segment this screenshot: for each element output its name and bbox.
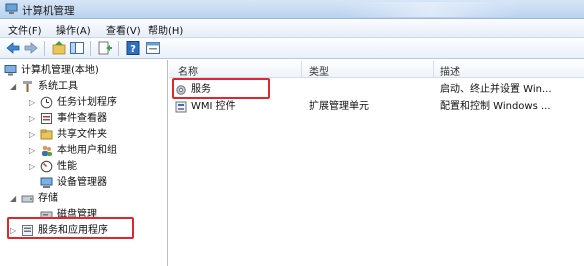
tree-label-device-manager: 设备管理器 [57, 177, 107, 188]
storage-icon [21, 195, 34, 203]
help-icon[interactable]: ? [125, 40, 141, 56]
tree-item-local-users[interactable]: ▷ 本地用户和组 [29, 144, 164, 158]
tree-label-local-users: 本地用户和组 [57, 145, 117, 156]
performance-gauge-icon [40, 160, 53, 173]
window-title: 计算机管理 [22, 5, 75, 17]
row-name: WMI 控件 [191, 101, 236, 112]
tree-label-storage: 存储 [38, 193, 58, 204]
tree-label-task-scheduler: 任务计划程序 [57, 97, 117, 108]
tree-label-performance: 性能 [57, 161, 77, 172]
svg-text:?: ? [130, 44, 136, 55]
wmi-control-icon [175, 101, 187, 113]
menu-bar: 文件(F) 操作(A) 查看(V) 帮助(H) [0, 19, 584, 38]
tree-item-performance[interactable]: ▷ 性能 [29, 160, 164, 174]
column-divider[interactable] [301, 61, 302, 77]
computer-icon [4, 65, 17, 76]
row-description: 配置和控制 Windows ... [440, 101, 551, 112]
users-icon [42, 145, 52, 156]
export-list-icon[interactable] [97, 40, 113, 56]
tree-root[interactable]: 计算机管理(本地) [4, 64, 164, 78]
expand-arrow-icon[interactable]: ▷ [29, 161, 38, 173]
row-description: 启动、终止并设置 Win... [440, 84, 552, 95]
up-folder-icon[interactable] [51, 40, 67, 56]
clock-icon [40, 96, 53, 109]
highlight-box-services-apps [7, 217, 134, 239]
list-row-wmi[interactable]: WMI 控件 扩展管理单元 配置和控制 Windows ... [169, 99, 584, 115]
menu-view[interactable]: 查看(V) [106, 22, 141, 37]
show-hide-tree-icon[interactable] [69, 40, 85, 56]
tools-icon [23, 81, 32, 92]
tree-label-event-viewer: 事件查看器 [57, 113, 107, 124]
shared-folder-icon [40, 129, 53, 140]
tree-label-shared-folders: 共享文件夹 [57, 129, 107, 140]
menu-help[interactable]: 帮助(H) [148, 22, 183, 37]
title-bar: 计算机管理 [0, 0, 584, 19]
properties-icon[interactable] [145, 40, 161, 56]
title-blur [340, 2, 520, 17]
tree-root-label: 计算机管理(本地) [21, 65, 99, 76]
tree-label-system-tools: 系统工具 [38, 81, 78, 92]
expand-arrow-icon[interactable]: ▷ [29, 145, 38, 157]
tree-item-task-scheduler[interactable]: ▷ 任务计划程序 [29, 96, 164, 110]
expand-arrow-icon[interactable]: ▷ [29, 113, 38, 125]
row-type: 扩展管理单元 [309, 101, 369, 112]
toolbar-separator [90, 41, 91, 56]
tree-item-event-viewer[interactable]: ▷ 事件查看器 [29, 112, 164, 126]
toolbar-separator [44, 41, 45, 56]
forward-arrow-icon[interactable] [23, 40, 39, 56]
computer-management-icon [5, 3, 18, 14]
toolbar-separator [118, 41, 119, 56]
tree-item-system-tools[interactable]: ◢ 系统工具 [10, 80, 160, 94]
tree-item-shared-folders[interactable]: ▷ 共享文件夹 [29, 128, 164, 142]
highlight-box-services [172, 78, 270, 99]
column-header-type[interactable]: 类型 [309, 63, 329, 78]
column-divider[interactable] [433, 61, 434, 77]
menu-file[interactable]: 文件(F) [8, 22, 42, 37]
list-header: 名称 类型 描述 [169, 60, 584, 78]
device-manager-icon [40, 177, 53, 188]
column-header-name[interactable]: 名称 [178, 63, 198, 78]
toolbar: ? [0, 38, 584, 59]
column-header-description[interactable]: 描述 [440, 63, 460, 78]
collapse-arrow-icon[interactable]: ◢ [10, 193, 19, 205]
expand-arrow-icon[interactable]: ▷ [29, 97, 38, 109]
tree-item-storage[interactable]: ◢ 存储 [10, 192, 160, 206]
expand-arrow-icon[interactable]: ▷ [29, 129, 38, 141]
menu-action[interactable]: 操作(A) [56, 22, 91, 37]
event-viewer-icon [41, 113, 52, 124]
back-arrow-icon[interactable] [5, 40, 21, 56]
collapse-arrow-icon[interactable]: ◢ [10, 81, 19, 93]
tree-item-device-manager[interactable]: 设备管理器 [29, 176, 164, 190]
